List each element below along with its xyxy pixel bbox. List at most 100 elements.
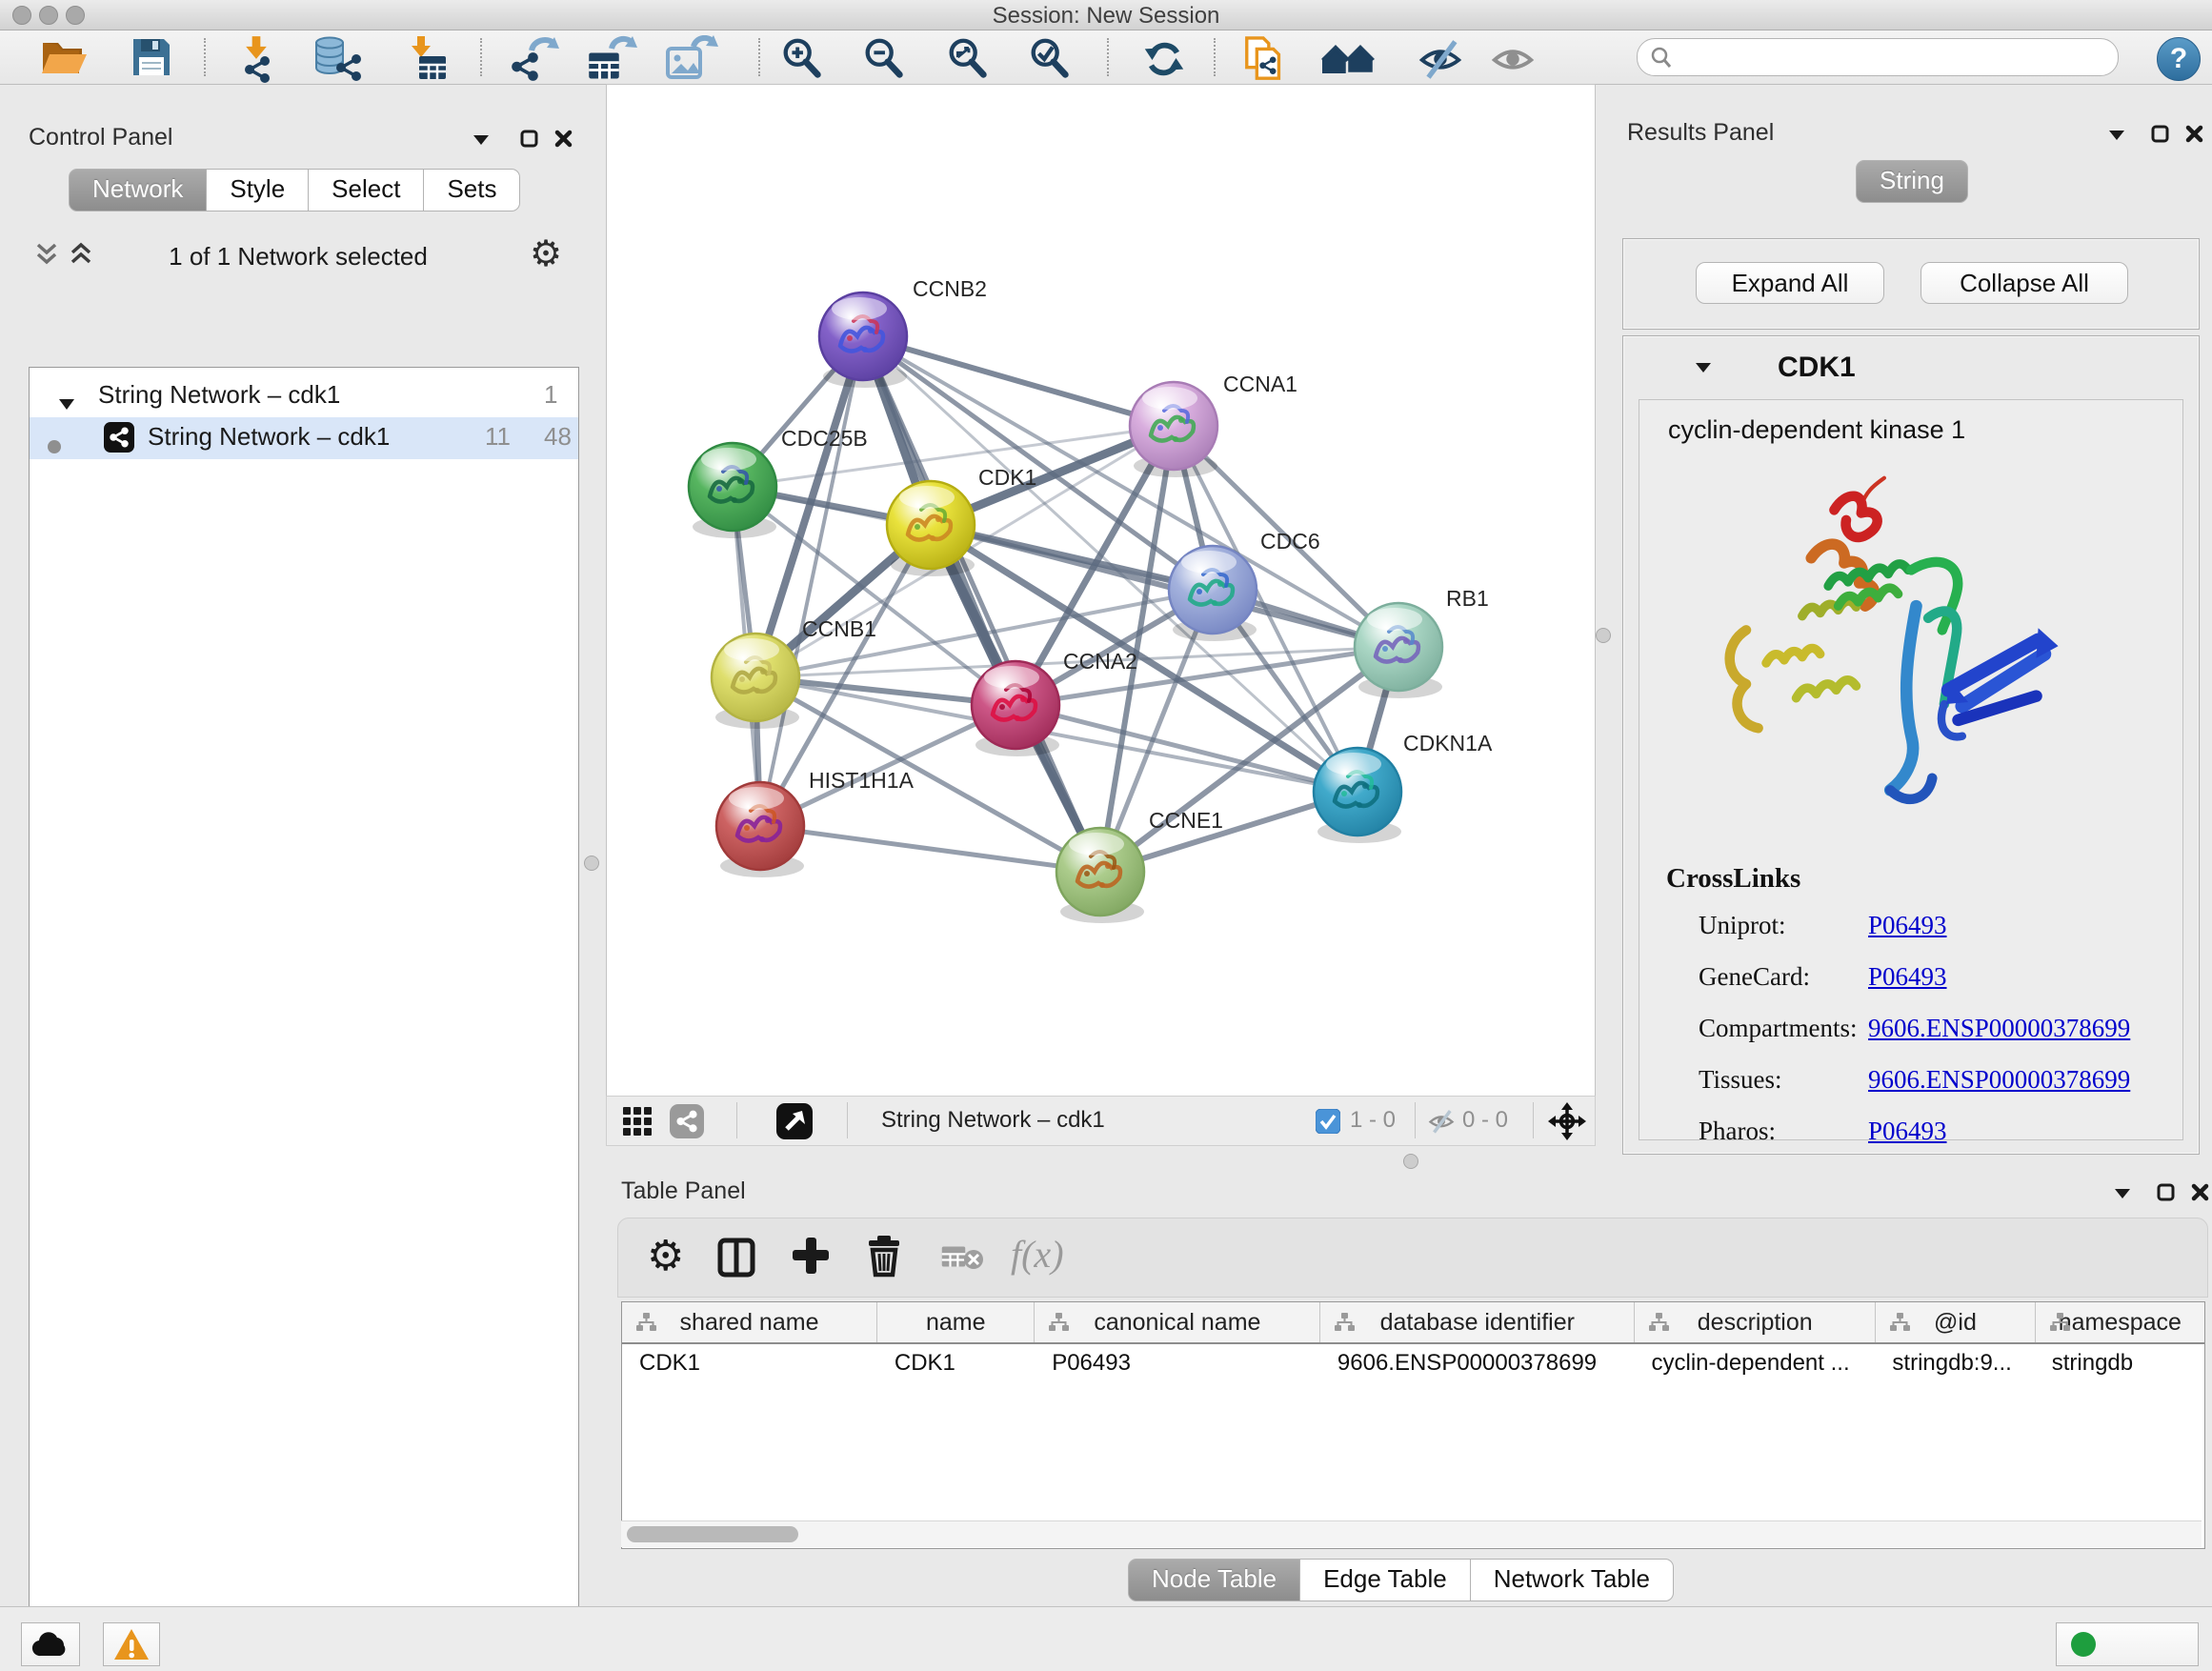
collapse-all-button[interactable]: Collapse All	[1920, 262, 2128, 304]
table-options-gear-icon[interactable]: ⚙	[647, 1236, 684, 1278]
export-table-icon[interactable]	[585, 35, 636, 79]
close-panel-icon[interactable]	[2185, 125, 2204, 149]
right-splitter-handle[interactable]	[1596, 628, 1611, 643]
tab-string[interactable]: String	[1856, 160, 1968, 203]
show-columns-icon[interactable]	[717, 1238, 755, 1282]
selected-checkbox-icon[interactable]	[1316, 1109, 1340, 1140]
tab-network[interactable]: Network	[69, 169, 207, 211]
automation-cloud-button[interactable]	[21, 1622, 80, 1666]
import-network-file-icon[interactable]	[232, 35, 284, 79]
left-splitter-handle[interactable]	[584, 856, 599, 871]
hide-selected-icon[interactable]	[1416, 35, 1467, 79]
network-label: String Network – cdk1	[148, 422, 390, 452]
network-graph[interactable]: CCNB2CCNA1CDC25BCDK1CDC6RB1CCNB1CCNA2CDK…	[607, 85, 1593, 1095]
horizontal-splitter-handle[interactable]	[1403, 1154, 1418, 1169]
fit-selected-crosshair-icon[interactable]	[1548, 1102, 1586, 1147]
hierarchy-icon	[1887, 1311, 1912, 1334]
column-header-namespace[interactable]: namespace	[2036, 1302, 2204, 1342]
birds-eye-view-icon[interactable]	[622, 1106, 653, 1143]
delete-column-trash-icon[interactable]	[864, 1234, 904, 1282]
column-header-id[interactable]: @id	[1876, 1302, 2035, 1342]
expand-all-networks-icon[interactable]	[69, 240, 95, 273]
column-header-shared-name[interactable]: shared name	[622, 1302, 877, 1342]
network-row-selected[interactable]: String Network – cdk1 11 48	[30, 417, 578, 459]
first-neighbors-icon[interactable]	[1320, 35, 1372, 79]
table-horizontal-scrollbar[interactable]	[621, 1520, 2202, 1547]
panel-menu-icon[interactable]	[472, 133, 491, 151]
memory-button[interactable]: Memory	[2056, 1622, 2199, 1666]
crosslink-tissues-link[interactable]: 9606.ENSP00000378699	[1868, 1065, 2130, 1095]
network-node-ccna2[interactable]: CCNA2	[972, 649, 1137, 756]
save-session-icon[interactable]	[128, 35, 179, 79]
create-column-icon[interactable]	[792, 1236, 830, 1280]
tab-network-table[interactable]: Network Table	[1471, 1559, 1674, 1601]
netbar-separator	[1415, 1102, 1416, 1138]
import-network-database-icon[interactable]	[311, 35, 362, 79]
memory-label: Memory	[2064, 1666, 2154, 1671]
cell-namespace[interactable]: stringdb	[2035, 1344, 2204, 1382]
close-panel-icon[interactable]	[2191, 1183, 2210, 1207]
node-table[interactable]: shared name name canonical name database…	[621, 1301, 2205, 1549]
tab-sets[interactable]: Sets	[424, 169, 520, 211]
column-header-description[interactable]: description	[1635, 1302, 1876, 1342]
crosslink-pharos-link[interactable]: P06493	[1868, 1117, 1947, 1146]
table-row[interactable]: CDK1 CDK1 P06493 9606.ENSP00000378699 cy…	[622, 1344, 2204, 1382]
current-network-dot-icon	[47, 432, 62, 461]
column-header-canonical-name[interactable]: canonical name	[1035, 1302, 1320, 1342]
show-all-icon[interactable]	[1488, 35, 1539, 79]
string-style-icon[interactable]	[670, 1104, 704, 1145]
crosslink-compartments-link[interactable]: 9606.ENSP00000378699	[1868, 1014, 2130, 1043]
collection-expander-icon[interactable]	[58, 388, 75, 417]
scrollbar-thumb[interactable]	[627, 1526, 798, 1542]
network-node-ccnb2[interactable]: CCNB2	[819, 276, 987, 388]
network-options-gear-icon[interactable]: ⚙	[530, 236, 562, 272]
tab-style[interactable]: Style	[207, 169, 309, 211]
search-input[interactable]	[1637, 38, 2119, 76]
crosslink-genecard-link[interactable]: P06493	[1868, 962, 1947, 992]
float-panel-icon[interactable]	[2151, 125, 2170, 149]
cell-description[interactable]: cyclin-dependent ...	[1634, 1344, 1875, 1382]
tab-edge-table[interactable]: Edge Table	[1300, 1559, 1471, 1601]
panel-menu-icon[interactable]	[2113, 1187, 2132, 1205]
warnings-button[interactable]	[103, 1622, 160, 1666]
network-collection-row[interactable]: String Network – cdk1 1	[30, 375, 578, 417]
cell-canonical-name[interactable]: P06493	[1035, 1344, 1320, 1382]
cell-database-identifier[interactable]: 9606.ENSP00000378699	[1320, 1344, 1635, 1382]
tab-node-table[interactable]: Node Table	[1128, 1559, 1300, 1601]
crosslink-uniprot-link[interactable]: P06493	[1868, 911, 1947, 940]
open-session-icon[interactable]	[38, 35, 90, 79]
network-node-cdc6[interactable]: CDC6	[1169, 529, 1320, 641]
cell-id[interactable]: stringdb:9...	[1875, 1344, 2034, 1382]
collapse-all-networks-icon[interactable]	[34, 240, 61, 273]
control-panel-title: Control Panel	[29, 124, 172, 151]
network-canvas[interactable]: CCNB2CCNA1CDC25BCDK1CDC6RB1CCNB1CCNA2CDK…	[606, 84, 1596, 1097]
network-node-hist1h1a[interactable]: HIST1H1A	[716, 768, 915, 877]
export-image-icon[interactable]	[665, 35, 716, 79]
cell-name[interactable]: CDK1	[877, 1344, 1035, 1382]
column-header-name[interactable]: name	[877, 1302, 1035, 1342]
cell-shared-name[interactable]: CDK1	[622, 1344, 877, 1382]
zoom-selected-icon[interactable]	[1025, 35, 1076, 79]
export-network-icon[interactable]	[507, 35, 558, 79]
float-panel-icon[interactable]	[520, 130, 539, 153]
network-edge[interactable]	[760, 826, 1100, 872]
zoom-out-icon[interactable]	[859, 35, 911, 79]
gene-section-expander-icon[interactable]	[1694, 361, 1713, 379]
network-node-cdkn1a[interactable]: CDKN1A	[1314, 731, 1493, 843]
network-node-ccna1[interactable]: CCNA1	[1130, 372, 1297, 477]
tab-select[interactable]: Select	[309, 169, 424, 211]
panel-menu-icon[interactable]	[2107, 129, 2126, 147]
column-header-database-identifier[interactable]: database identifier	[1320, 1302, 1635, 1342]
apply-layout-icon[interactable]	[1139, 35, 1191, 79]
open-in-new-window-icon[interactable]	[776, 1103, 813, 1146]
network-edge[interactable]	[760, 336, 863, 826]
import-table-file-icon[interactable]	[400, 35, 452, 79]
float-panel-icon[interactable]	[2157, 1183, 2176, 1207]
new-network-from-selection-icon[interactable]	[1238, 35, 1290, 79]
network-node-rb1[interactable]: RB1	[1355, 586, 1489, 698]
help-button[interactable]: ?	[2157, 37, 2201, 81]
zoom-fit-icon[interactable]	[943, 35, 995, 79]
expand-all-button[interactable]: Expand All	[1696, 262, 1884, 304]
zoom-in-icon[interactable]	[777, 35, 829, 79]
close-panel-icon[interactable]	[554, 130, 573, 153]
